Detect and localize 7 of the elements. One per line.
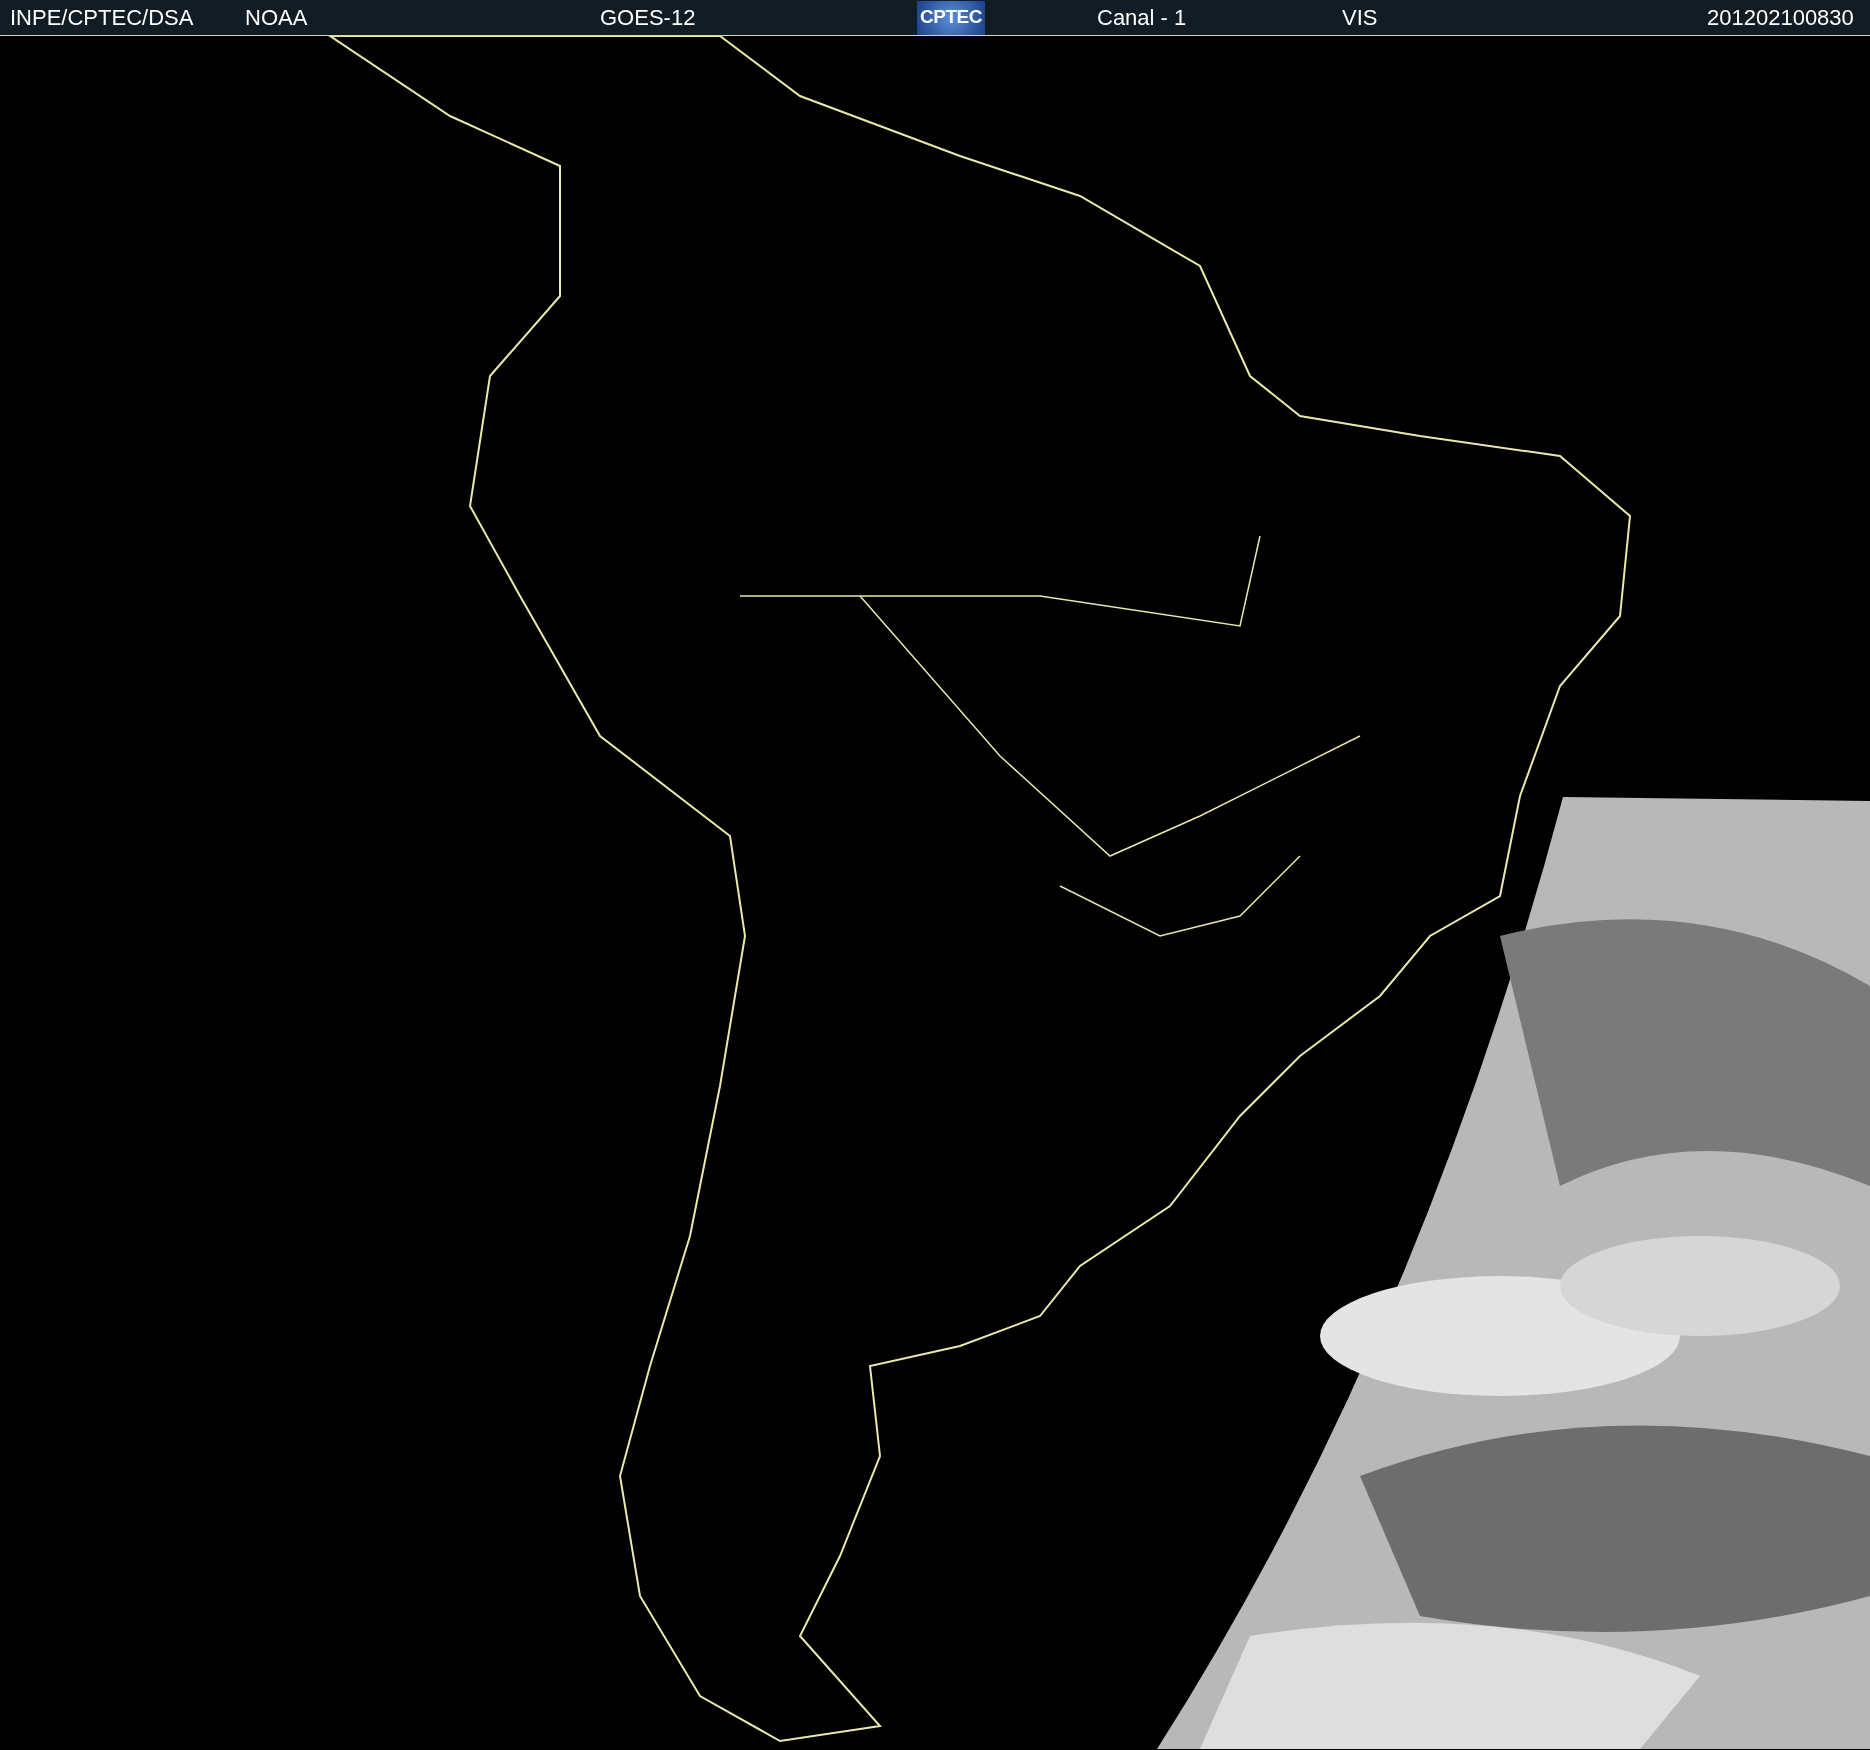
band-label: VIS (1342, 4, 1379, 32)
logo: CPTEC (917, 0, 985, 35)
source-label: INPE/CPTEC/DSA (10, 4, 195, 32)
channel-label: Canal - 1 (1097, 4, 1188, 32)
agency-label: NOAA (245, 4, 309, 32)
timestamp-label: 201202100830 (1707, 4, 1854, 32)
satellite-label: GOES-12 (600, 4, 697, 32)
